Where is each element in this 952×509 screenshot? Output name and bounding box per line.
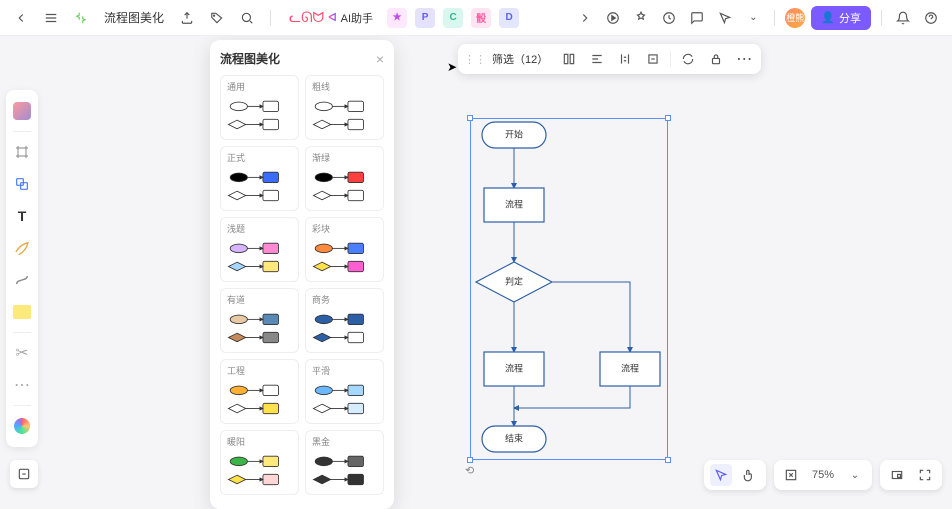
canvas[interactable]: ⟲ 开始 流程 判定 流程 流程 结束 xyxy=(0,36,952,500)
align-button[interactable] xyxy=(586,48,608,70)
left-toolbar: T ✂ ⋯ xyxy=(6,90,38,447)
more-actions-button[interactable]: ⋯ xyxy=(733,48,755,70)
resize-handle-tl[interactable] xyxy=(467,115,473,121)
top-toolbar: 流程图美化 ᓚᘏᗢ ᐊ AI助手 ★ P C 骰 D ⌄ 橙熊 👤分享 xyxy=(0,0,952,36)
pointer-mode-button[interactable] xyxy=(710,464,732,486)
app-chip-4[interactable]: 骰 xyxy=(471,8,491,28)
zoom-level[interactable]: 75% xyxy=(808,469,838,481)
view-controls: 75% ⌄ xyxy=(704,460,942,490)
lock-button[interactable] xyxy=(705,48,727,70)
search-button[interactable] xyxy=(236,7,258,29)
ai-cat-icon: ᓚᘏᗢ xyxy=(289,9,324,26)
style-card-0[interactable]: 通用 xyxy=(220,75,299,140)
present-button[interactable] xyxy=(630,7,652,29)
rotate-handle[interactable]: ⟲ xyxy=(465,464,474,477)
back-button[interactable] xyxy=(10,7,32,29)
refresh-button[interactable] xyxy=(677,48,699,70)
frame-tool[interactable] xyxy=(9,139,35,165)
export-button[interactable] xyxy=(176,7,198,29)
app-chip-5[interactable]: D xyxy=(499,8,519,28)
drag-handle-icon[interactable]: ⋮⋮ xyxy=(464,53,486,66)
ai-assistant-button[interactable]: ᓚᘏᗢ ᐊ AI助手 xyxy=(283,7,379,28)
style-card-5[interactable]: 彩块 xyxy=(305,217,384,282)
history-button[interactable] xyxy=(658,7,680,29)
notification-button[interactable] xyxy=(892,7,914,29)
style-card-11[interactable]: 黑金 xyxy=(305,430,384,495)
user-avatar[interactable]: 橙熊 xyxy=(785,8,805,28)
zoom-dropdown[interactable]: ⌄ xyxy=(844,464,866,486)
share-button[interactable]: 👤分享 xyxy=(811,6,871,30)
sticky-note-tool[interactable] xyxy=(9,299,35,325)
cursor-button[interactable] xyxy=(714,7,736,29)
style-card-1[interactable]: 粗线 xyxy=(305,75,384,140)
distribute-button[interactable] xyxy=(614,48,636,70)
style-label: 平滑 xyxy=(310,364,379,377)
person-icon: 👤 xyxy=(821,11,835,24)
resize-handle-tr[interactable] xyxy=(665,115,671,121)
hand-mode-button[interactable] xyxy=(738,464,760,486)
zoom-fit-button[interactable] xyxy=(780,464,802,486)
style-label: 有道 xyxy=(225,293,294,306)
comment-button[interactable] xyxy=(686,7,708,29)
resize-handle-br[interactable] xyxy=(665,457,671,463)
style-card-7[interactable]: 商务 xyxy=(305,288,384,353)
play-expand-icon[interactable] xyxy=(574,7,596,29)
style-label: 浅题 xyxy=(225,222,294,235)
style-card-9[interactable]: 平滑 xyxy=(305,359,384,424)
minimap-button[interactable] xyxy=(886,464,908,486)
style-label: 黑金 xyxy=(310,435,379,448)
layout-button-1[interactable] xyxy=(558,48,580,70)
play-button[interactable] xyxy=(602,7,624,29)
style-card-8[interactable]: 工程 xyxy=(220,359,299,424)
resize-handle-bl[interactable] xyxy=(467,457,473,463)
style-label: 渐绿 xyxy=(310,151,379,164)
mouse-cursor-icon: ➤ xyxy=(447,60,457,74)
connector-tool[interactable] xyxy=(9,267,35,293)
ai-label: AI助手 xyxy=(341,10,373,26)
chevron-down-icon[interactable]: ⌄ xyxy=(742,7,764,29)
beautify-panel: 流程图美化 × 通用 粗线 正式 渐绿 浅题 xyxy=(210,40,394,509)
style-card-10[interactable]: 暖阳 xyxy=(220,430,299,495)
selection-box[interactable]: ⟲ xyxy=(470,118,668,460)
style-label: 通用 xyxy=(225,80,294,93)
selection-toolbar: ⋮⋮ 筛选（12） ⋯ xyxy=(458,44,761,74)
app-chip-3[interactable]: C xyxy=(443,8,463,28)
app-chip-1[interactable]: ★ xyxy=(387,8,407,28)
panel-close-button[interactable]: × xyxy=(376,51,384,67)
style-tool[interactable] xyxy=(9,98,35,124)
style-card-6[interactable]: 有道 xyxy=(220,288,299,353)
style-label: 粗线 xyxy=(310,80,379,93)
app-chip-2[interactable]: P xyxy=(415,8,435,28)
selection-count-label: 筛选（12） xyxy=(492,51,548,67)
style-label: 暖阳 xyxy=(225,435,294,448)
text-tool[interactable]: T xyxy=(9,203,35,229)
shape-tool[interactable] xyxy=(9,171,35,197)
scissor-tool[interactable]: ✂ xyxy=(9,340,35,366)
group-button[interactable] xyxy=(642,48,664,70)
doc-type-icon xyxy=(70,7,92,29)
style-label: 正式 xyxy=(225,151,294,164)
fullscreen-button[interactable] xyxy=(914,464,936,486)
style-label: 彩块 xyxy=(310,222,379,235)
style-card-4[interactable]: 浅题 xyxy=(220,217,299,282)
panel-title: 流程图美化 xyxy=(220,50,280,67)
help-button[interactable] xyxy=(920,7,942,29)
style-label: 工程 xyxy=(225,364,294,377)
tag-button[interactable] xyxy=(206,7,228,29)
doc-title[interactable]: 流程图美化 xyxy=(104,9,164,26)
style-card-3[interactable]: 渐绿 xyxy=(305,146,384,211)
menu-button[interactable] xyxy=(40,7,62,29)
style-label: 商务 xyxy=(310,293,379,306)
style-card-2[interactable]: 正式 xyxy=(220,146,299,211)
ai-gradient-icon: ᐊ xyxy=(328,11,336,24)
more-tool[interactable]: ⋯ xyxy=(9,372,35,398)
pen-tool[interactable] xyxy=(9,235,35,261)
color-tool[interactable] xyxy=(9,413,35,439)
